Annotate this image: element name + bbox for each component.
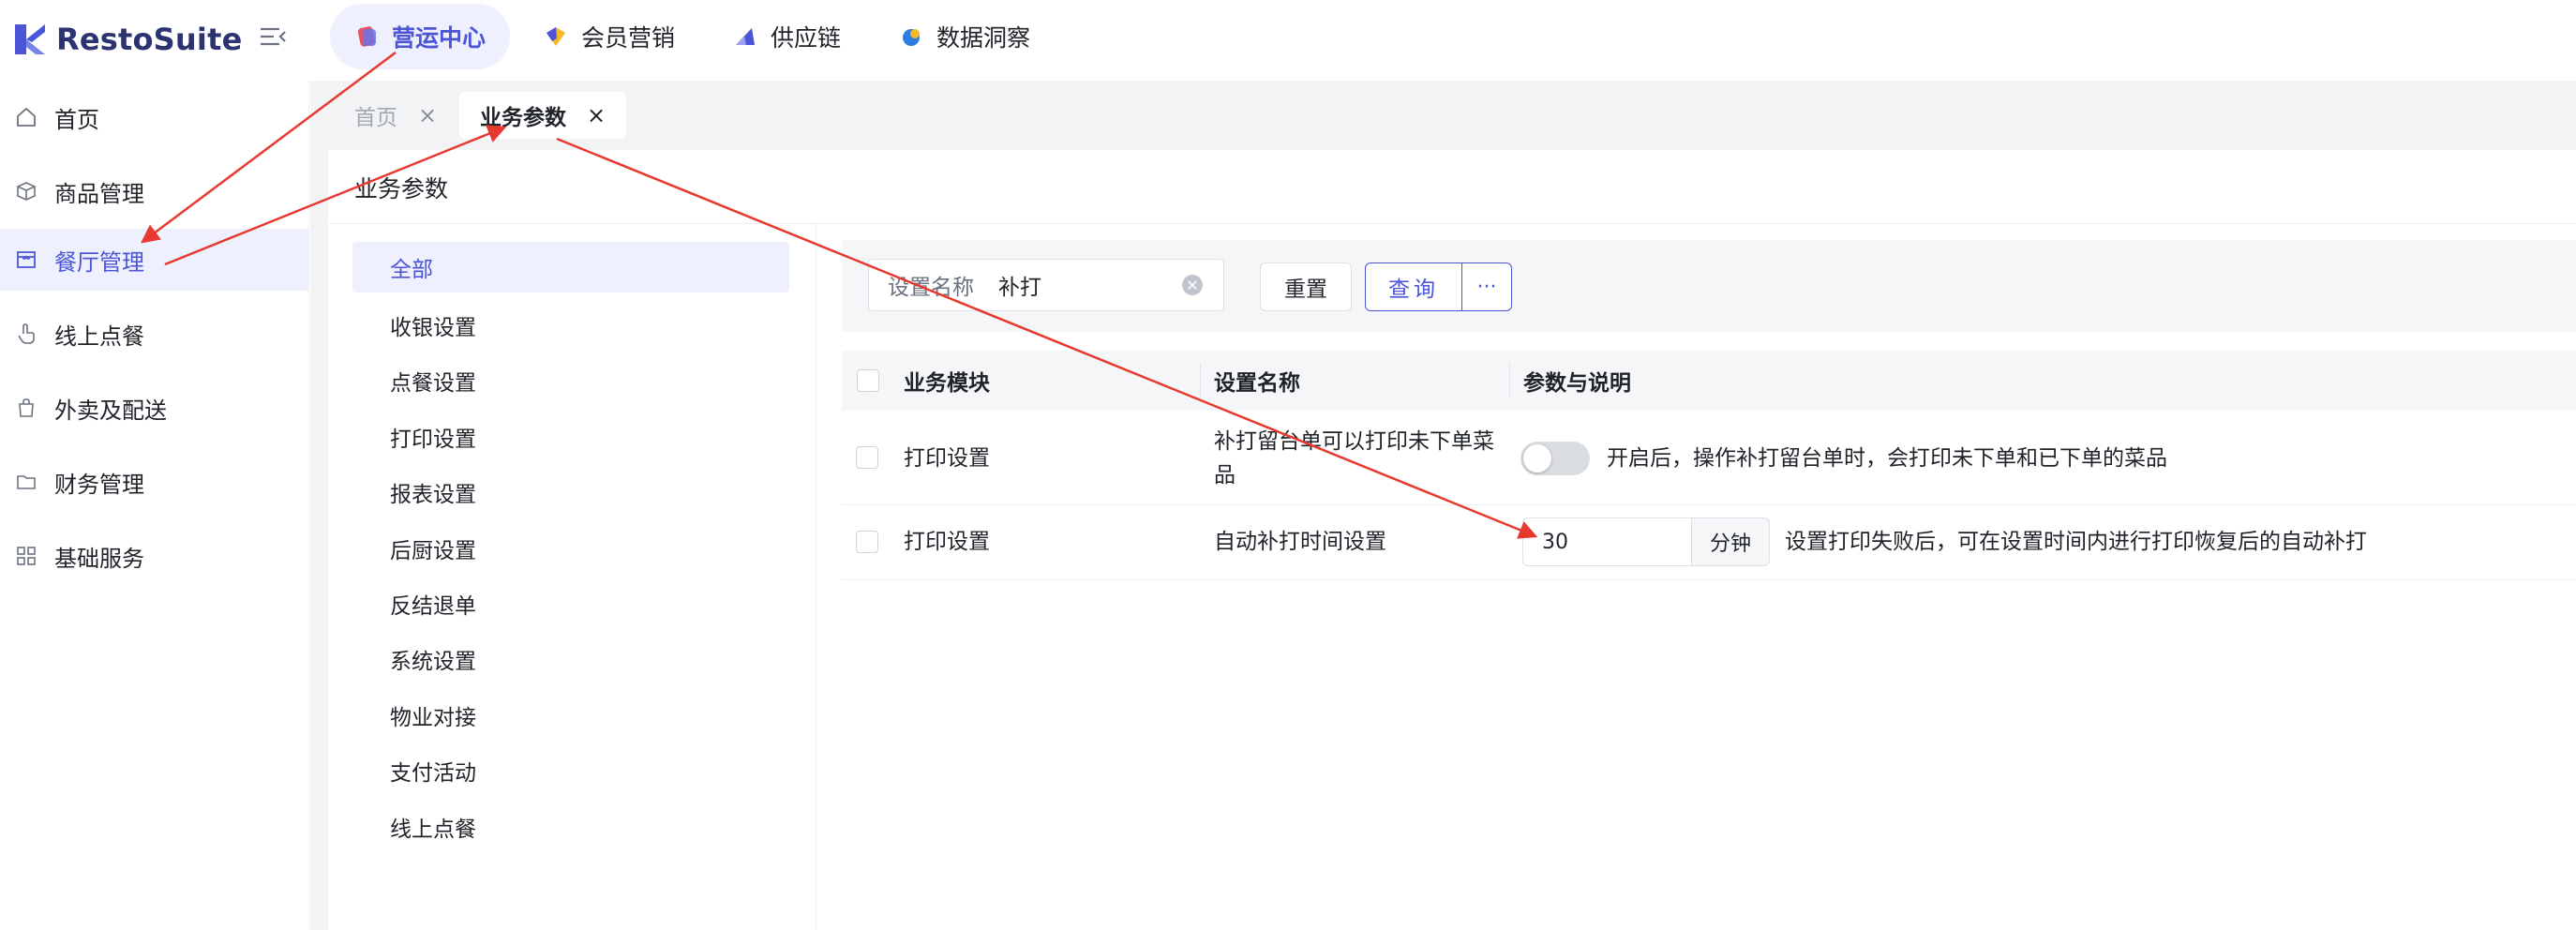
sidebar-item-basic-services[interactable]: 基础服务 <box>0 525 309 587</box>
sidebar-item-label: 基础服务 <box>54 545 144 572</box>
sidebar-item-label: 首页 <box>54 106 99 133</box>
top-tab-label: 会员营销 <box>581 24 676 52</box>
column-separator <box>1200 364 1201 398</box>
top-tab-label: 供应链 <box>771 24 842 52</box>
sidebar-item-restaurant[interactable]: 餐厅管理 <box>0 229 309 291</box>
row-module: 打印设置 <box>904 446 990 471</box>
category-item-refund[interactable]: 反结退单 <box>352 576 789 631</box>
row-module: 打印设置 <box>904 530 990 554</box>
sidebar-item-home[interactable]: 首页 <box>0 86 309 148</box>
top-bar: RestoSuite 营运中心 会员营销 供应链 数据洞察 <box>0 0 2576 81</box>
data-insight-icon <box>903 29 921 46</box>
close-icon[interactable]: × <box>418 102 437 128</box>
category-item-online-order[interactable]: 线上点餐 <box>352 799 789 854</box>
clear-circle-icon[interactable]: ✕ <box>1182 275 1203 295</box>
supply-chain-icon <box>736 28 756 45</box>
category-item-payment[interactable]: 支付活动 <box>352 743 789 799</box>
sidebar: 首页 商品管理 餐厅管理 线上点餐 外卖及配送 财务管理 基础服务 <box>0 81 309 930</box>
select-all-checkbox[interactable] <box>857 369 879 392</box>
sidebar-item-products[interactable]: 商品管理 <box>0 160 309 222</box>
membership-icon <box>547 27 566 46</box>
category-list: 全部 收银设置 点餐设置 打印设置 报表设置 后厨设置 反结退单 系统设置 物业… <box>352 242 789 854</box>
grid-icon <box>17 547 36 565</box>
operations-icon <box>357 26 376 47</box>
column-separator <box>1509 364 1510 398</box>
category-item-printing[interactable]: 打印设置 <box>352 409 789 464</box>
category-item-system[interactable]: 系统设置 <box>352 632 789 687</box>
search-label: 设置名称 <box>888 276 974 300</box>
page-tab-home[interactable]: 首页 × <box>334 92 457 139</box>
row-setting-name: 补打留台单可以打印未下单菜品 <box>1214 429 1494 488</box>
column-header-setting-name: 设置名称 <box>1214 371 1300 396</box>
row-divider <box>842 579 2576 580</box>
app-name: RestoSuite <box>56 22 243 57</box>
page-tab-business-params[interactable]: 业务参数 × <box>459 92 627 139</box>
category-item-kitchen[interactable]: 后厨设置 <box>352 520 789 576</box>
restosuite-logo-icon <box>15 24 45 54</box>
minutes-unit-label: 分钟 <box>1691 518 1770 566</box>
table-header: 业务模块 设置名称 参数与说明 <box>842 351 2576 411</box>
page-tab-label: 业务参数 <box>480 106 566 130</box>
sidebar-item-online-order[interactable]: 线上点餐 <box>0 303 309 365</box>
top-tab-membership[interactable]: 会员营销 <box>519 4 699 69</box>
sidebar-item-label: 外卖及配送 <box>54 397 167 424</box>
category-item-cashier[interactable]: 收银设置 <box>352 297 789 352</box>
close-icon[interactable]: × <box>587 102 606 128</box>
bag-icon <box>19 398 34 417</box>
row-description: 设置打印失败后，可在设置时间内进行打印恢复后的自动补打 <box>1785 530 2367 554</box>
top-tab-operations[interactable]: 营运中心 <box>330 4 511 69</box>
sidebar-item-label: 餐厅管理 <box>54 248 144 276</box>
column-header-module: 业务模块 <box>904 371 990 396</box>
app-logo[interactable]: RestoSuite <box>13 13 242 66</box>
collapse-menu-icon[interactable] <box>257 21 289 52</box>
category-item-reports[interactable]: 报表设置 <box>352 465 789 520</box>
folder-icon <box>17 475 36 489</box>
hand-tap-icon <box>18 323 35 344</box>
category-item-property[interactable]: 物业对接 <box>352 687 789 742</box>
row-checkbox[interactable] <box>856 531 878 553</box>
query-button[interactable]: 查询 <box>1365 262 1462 311</box>
toggle-knob <box>1523 444 1551 472</box>
sidebar-item-label: 线上点餐 <box>54 322 144 350</box>
search-input[interactable]: 补打 <box>991 269 1182 301</box>
category-item-ordering[interactable]: 点餐设置 <box>352 353 789 409</box>
top-navigation: 营运中心 会员营销 供应链 数据洞察 <box>330 4 1055 69</box>
sidebar-item-label: 财务管理 <box>54 471 144 498</box>
top-tab-data-insight[interactable]: 数据洞察 <box>875 4 1055 69</box>
sidebar-item-label: 商品管理 <box>54 180 144 207</box>
sidebar-item-finance[interactable]: 财务管理 <box>0 451 309 513</box>
reprint-minutes-input[interactable]: 30 <box>1522 518 1691 566</box>
top-tab-label: 数据洞察 <box>936 24 1031 52</box>
row-divider <box>842 504 2576 505</box>
reset-button[interactable]: 重置 <box>1260 262 1352 311</box>
column-header-params: 参数与说明 <box>1523 371 1631 396</box>
divider <box>328 223 2576 224</box>
store-icon <box>17 251 36 268</box>
page-tab-label: 首页 <box>354 106 397 130</box>
home-icon <box>17 107 36 127</box>
sidebar-item-delivery[interactable]: 外卖及配送 <box>0 377 309 439</box>
top-tab-label: 营运中心 <box>392 24 487 52</box>
box-icon <box>17 182 36 201</box>
row-setting-name: 自动补打时间设置 <box>1214 530 1386 554</box>
row-checkbox[interactable] <box>856 446 878 469</box>
setting-name-search[interactable]: 设置名称 补打 ✕ <box>868 259 1224 311</box>
row-description: 开启后，操作补打留台单时，会打印未下单和已下单的菜品 <box>1607 446 2167 471</box>
top-tab-supply-chain[interactable]: 供应链 <box>709 4 865 69</box>
category-item-all[interactable]: 全部 <box>352 242 789 292</box>
more-options-button[interactable]: ··· <box>1461 262 1512 311</box>
print-unordered-toggle[interactable] <box>1520 442 1590 475</box>
page-title: 业务参数 <box>354 175 449 202</box>
